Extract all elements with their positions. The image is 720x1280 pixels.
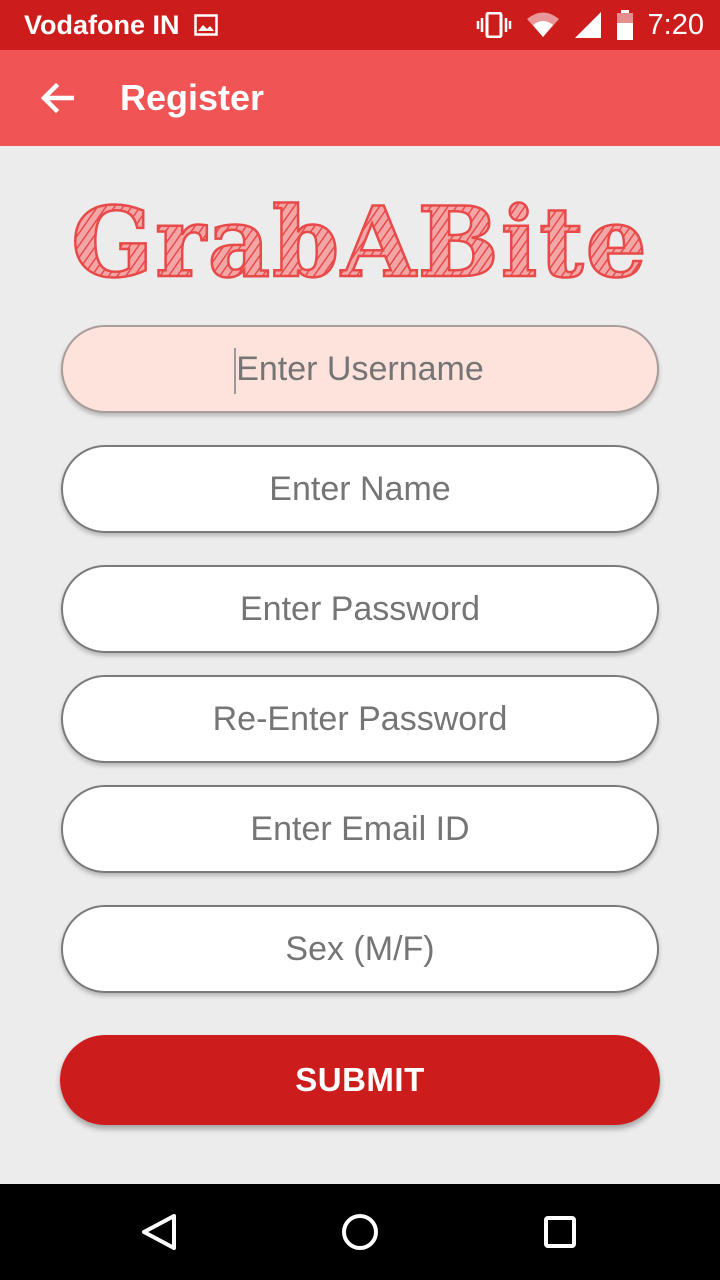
navigation-bar <box>0 1184 720 1280</box>
email-input[interactable] <box>63 786 657 872</box>
app-bar: Register <box>0 50 720 146</box>
home-circle-icon <box>342 1214 378 1250</box>
carrier-name: Vodafone IN <box>24 9 180 40</box>
back-triangle-icon <box>142 1214 176 1250</box>
password-field[interactable] <box>61 565 659 653</box>
app-logo: GrabABite <box>70 186 648 296</box>
image-notification-icon <box>193 14 218 36</box>
name-field[interactable] <box>61 445 659 533</box>
battery-icon <box>616 10 634 40</box>
clock: 7:20 <box>647 8 704 41</box>
status-left: Vodafone IN <box>24 10 218 41</box>
nav-back-button[interactable] <box>136 1208 184 1256</box>
text-cursor <box>234 348 236 394</box>
nav-recents-button[interactable] <box>536 1208 584 1256</box>
cell-signal-icon <box>574 11 602 39</box>
recents-square-icon <box>544 1216 576 1248</box>
sex-field[interactable] <box>61 905 659 993</box>
nav-home-button[interactable] <box>336 1208 384 1256</box>
back-button[interactable] <box>27 68 87 128</box>
arrow-back-icon <box>40 83 74 113</box>
vibrate-icon <box>476 12 512 38</box>
email-field[interactable] <box>61 785 659 873</box>
sex-input[interactable] <box>63 906 657 992</box>
password-input[interactable] <box>63 566 657 652</box>
logo-text: GrabABite <box>71 186 648 296</box>
username-field[interactable] <box>61 325 659 413</box>
username-input[interactable] <box>63 326 657 412</box>
page-title: Register <box>120 77 265 118</box>
reenter-password-input[interactable] <box>63 676 657 762</box>
wifi-icon <box>526 12 560 38</box>
reenter-password-field[interactable] <box>61 675 659 763</box>
name-input[interactable] <box>63 446 657 532</box>
status-bar: Vodafone IN 7:20 <box>0 0 720 50</box>
status-right: 7:20 <box>476 9 704 42</box>
submit-button[interactable]: SUBMIT <box>60 1035 660 1125</box>
